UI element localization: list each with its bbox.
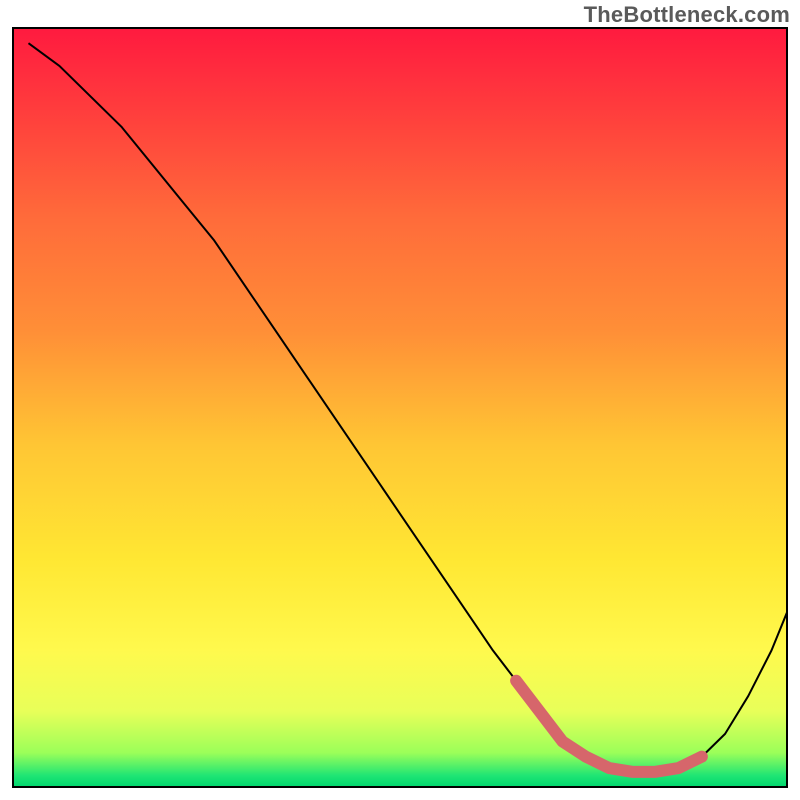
chart-stage: TheBottleneck.com (0, 0, 800, 800)
bottleneck-chart (0, 0, 800, 800)
watermark-text: TheBottleneck.com (584, 2, 790, 28)
gradient-background (13, 28, 787, 787)
